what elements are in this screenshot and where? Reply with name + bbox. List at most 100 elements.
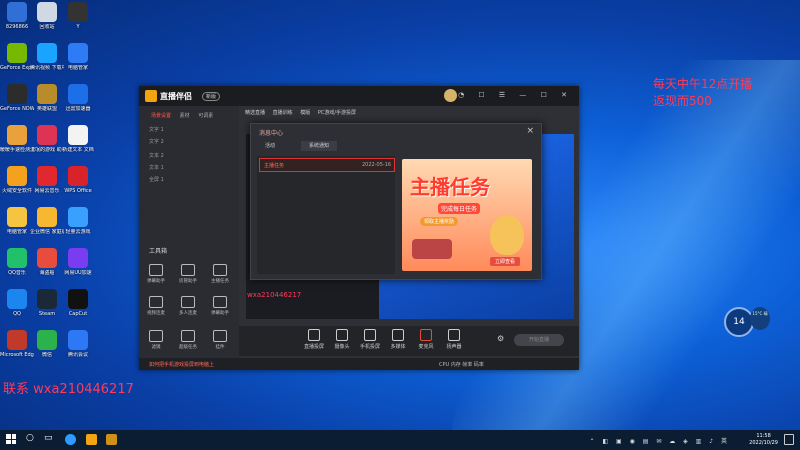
tool-multi-link[interactable]: 多人连麦 — [175, 296, 201, 316]
promo-banner[interactable]: 主播任务 完成每日任务 领取主播奖励 立即查看 — [402, 159, 532, 271]
tab-scenes[interactable]: 场景设置 — [151, 113, 171, 119]
live-companion-taskbar-icon-2[interactable] — [106, 434, 117, 445]
task-view-icon[interactable]: ▭ — [44, 433, 53, 443]
desktop-shortcut-label: 新建文本 文档 — [62, 147, 94, 153]
tab-training[interactable]: 直播训练 — [273, 110, 293, 116]
scene-item[interactable]: 文字 1 — [149, 126, 164, 133]
desktop-shortcut[interactable]: GeForce Experience — [0, 43, 34, 71]
watermark-small: wxa210446217 — [247, 291, 302, 299]
microphone-button[interactable]: 麦克风 — [411, 329, 441, 350]
tool-danmu[interactable]: 弹幕助手 — [143, 264, 169, 284]
tool-widget[interactable]: 挂件 — [207, 330, 233, 350]
scene-item[interactable]: 文本 1 — [149, 164, 164, 171]
speaker-button[interactable]: 扬声器 — [439, 329, 469, 350]
mascot-icon — [490, 215, 524, 255]
tab-system-notice[interactable]: 系统通知 — [301, 141, 338, 151]
watermark: 联系 wxa210446217 — [3, 382, 134, 397]
tool-filter[interactable]: 滤镜 — [143, 330, 169, 350]
view-now-button[interactable]: 立即查看 — [490, 257, 521, 266]
desktop-shortcut[interactable]: 新建文本 文档 — [61, 125, 95, 153]
list-item[interactable]: 主播任务 2022-05-16 — [259, 158, 395, 172]
tool-super-task[interactable]: 超级任务 — [175, 330, 201, 350]
desktop-shortcut-label: QQ音乐 — [8, 270, 26, 276]
start-live-button[interactable]: 开始直播 — [514, 334, 564, 346]
recycle-bin-icon — [37, 2, 57, 22]
scene-item[interactable]: 文本 2 — [149, 152, 164, 159]
desktop-shortcut-label: 腾讯视频 下载中心 — [30, 65, 64, 71]
tab-featured[interactable]: 精选直播 — [245, 110, 265, 116]
desktop-shortcut[interactable]: 腾讯会议 — [61, 330, 95, 358]
search-icon[interactable]: ○ — [26, 433, 34, 443]
tool-room-manager[interactable]: 房管助手 — [175, 264, 201, 284]
live-companion-taskbar-icon[interactable] — [86, 434, 97, 445]
edge-icon[interactable] — [65, 434, 76, 445]
game-helper-icon — [37, 125, 57, 145]
desktop-shortcut[interactable]: QQ — [0, 289, 34, 317]
tab-activity[interactable]: 活动 — [257, 141, 283, 151]
desktop-shortcut[interactable]: 8296866 — [0, 2, 34, 30]
scene-item[interactable]: 文字 2 — [149, 138, 164, 145]
desktop-shortcut[interactable]: 回收站 — [30, 2, 64, 30]
desktop-shortcut[interactable]: Steam — [30, 289, 64, 317]
desktop-shortcut-label: CapCut — [68, 311, 88, 317]
accelerator-icon — [68, 84, 88, 104]
system-tray[interactable]: ⌃ ◧ ▣ ◉ ▤ ✉ ☁ ◈ ▥ ♪ 英 — [590, 436, 730, 445]
desktop-shortcut[interactable]: 海盗船 — [30, 248, 64, 276]
camera-button[interactable]: 摄像头 — [327, 329, 357, 350]
cast-button[interactable]: 直播投屏 — [299, 329, 329, 350]
download-icon — [181, 330, 195, 342]
clock-time: 11:58 — [756, 433, 771, 439]
desktop-shortcut[interactable]: 英雄联盟 — [30, 84, 64, 112]
desktop-shortcut-label: 火绒安全软件 — [1, 188, 32, 194]
help-link[interactable]: 如何把手机游戏投屏到电脑上 — [149, 361, 214, 368]
tab-template[interactable]: 模版 — [300, 110, 310, 116]
window-controls[interactable]: ◔ ☐ ☰ — ☐ ✕ — [458, 91, 573, 99]
media-button[interactable]: 多媒体 — [383, 329, 413, 350]
settings-gear-icon[interactable]: ⚙ — [497, 334, 504, 343]
desktop-shortcut[interactable]: WPS Office — [61, 166, 95, 194]
avatar[interactable] — [444, 89, 457, 102]
desktop-shortcut[interactable]: 火绒安全软件 — [0, 166, 34, 194]
danmu-icon — [149, 264, 163, 276]
desktop-shortcut[interactable]: Microsoft Edge — [0, 330, 34, 358]
bottom-toolbar: 直播投屏 摄像头 手机投屏 多媒体 麦克风 扬声器 ⚙ 开始直播 — [239, 326, 579, 356]
phone-icon — [364, 329, 376, 341]
promo-cta[interactable]: 领取主播奖励 — [420, 217, 459, 226]
desktop-shortcut[interactable]: Y — [61, 2, 95, 30]
scene-item[interactable]: 全屏 1 — [149, 176, 164, 183]
tool-danmu-2[interactable]: 弹幕助手 — [207, 296, 233, 316]
desktop-shortcut-label: 暖暖手速检测 直播伴侣 — [0, 147, 34, 153]
desktop-shortcut-label: GeForce Experience — [0, 65, 34, 71]
desktop-shortcut[interactable]: 流氓的游戏 助手 — [30, 125, 64, 153]
tab-material[interactable]: 素材 — [180, 113, 190, 119]
desktop-shortcut[interactable]: 腾讯视频 下载中心 — [30, 43, 64, 71]
desktop-shortcut[interactable]: 网易UU加速 — [61, 248, 95, 276]
message-center-dialog: 消息中心 × 活动 系统通知 主播任务 2022-05-16 主播任务 完成每日… — [250, 123, 542, 280]
windows-start-icon[interactable] — [6, 434, 16, 444]
desktop-shortcut[interactable]: 轻量云游戏 — [61, 207, 95, 235]
tool-anchor-task[interactable]: 主播任务 — [207, 264, 233, 284]
desktop-shortcut[interactable]: CapCut — [61, 289, 95, 317]
desktop-shortcut[interactable]: 微信 — [30, 330, 64, 358]
desktop-shortcut[interactable]: GeForce NOW — [0, 84, 34, 112]
status-bar: 如何把手机游戏投屏到电脑上 CPU 内存 帧率 码率 — [139, 358, 579, 370]
tab-adjust[interactable]: 可调素 — [198, 113, 213, 119]
tools-title: 工具箱 — [149, 248, 168, 255]
desktop-shortcut[interactable]: QQ音乐 — [0, 248, 34, 276]
scene-sidebar: 场景设置 素材 可调素 文字 1 文字 2 文本 2 文本 1 全屏 1 工具箱… — [139, 106, 239, 370]
close-icon[interactable]: × — [526, 126, 534, 136]
desktop-shortcut[interactable]: 电脑管家 — [0, 207, 34, 235]
desktop-shortcut[interactable]: 迅雷加速器 — [61, 84, 95, 112]
desktop-shortcut[interactable]: 企业微信 家庭版 — [30, 207, 64, 235]
tool-video-link[interactable]: 视频连麦 — [143, 296, 169, 316]
tab-screen-cast[interactable]: PC游戏/手游投屏 — [318, 110, 356, 116]
version-badge[interactable]: 新版 — [202, 92, 221, 101]
desktop-shortcut[interactable]: 电脑管家 — [61, 43, 95, 71]
desktop-shortcut-label: 英雄联盟 — [36, 106, 57, 112]
phone-cast-button[interactable]: 手机投屏 — [355, 329, 385, 350]
weather-widget[interactable]: 14 15°C 晴 — [724, 305, 770, 337]
notification-icon[interactable] — [784, 434, 794, 445]
desktop-shortcut[interactable]: 网易云音乐 — [30, 166, 64, 194]
taskbar-clock[interactable]: 11:58 2022/10/29 — [749, 433, 778, 447]
desktop-shortcut[interactable]: 暖暖手速检测 直播伴侣 — [0, 125, 34, 153]
